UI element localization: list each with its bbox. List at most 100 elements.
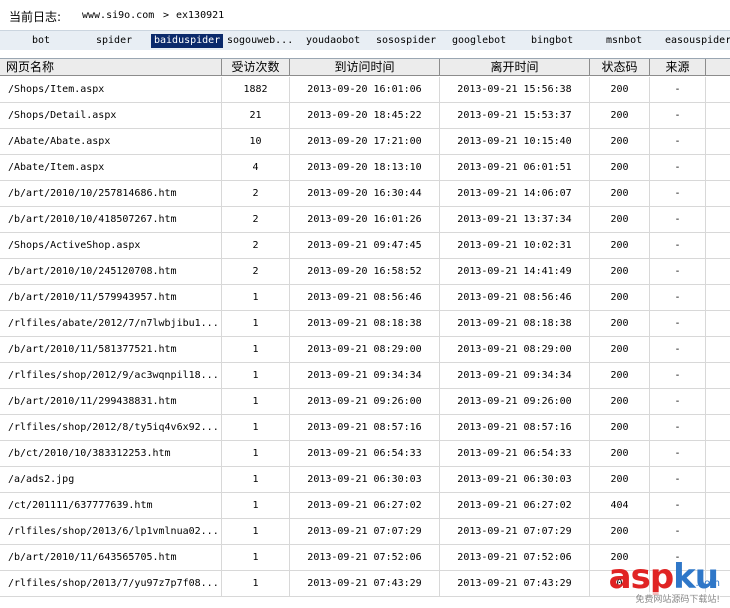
visits-cell: 1: [222, 493, 290, 519]
table-header: 网页名称 受访次数 到访问时间 离开时间 状态码 来源: [0, 59, 730, 76]
column-header-arrive-time[interactable]: 到访问时间: [290, 59, 440, 76]
arrive-time-cell: 2013-09-21 08:18:38: [290, 311, 440, 337]
table-row[interactable]: /Shops/ActiveShop.aspx 2 2013-09-21 09:47:…: [0, 233, 730, 259]
table-row[interactable]: /a/ads2.jpg 1 2013-09-21 06:30:03 2013-09-2…: [0, 467, 730, 493]
visits-cell: 1: [222, 441, 290, 467]
leave-time-cell: 2013-09-21 14:41:49: [440, 259, 590, 285]
breadcrumb-site[interactable]: www.si9o.com: [82, 10, 154, 21]
arrive-time-cell: 2013-09-21 07:07:29: [290, 519, 440, 545]
table-row[interactable]: /rlfiles/abate/2012/7/n7lwbjibu1... 1 2013…: [0, 311, 730, 337]
status-code-cell: 200: [590, 103, 650, 129]
arrive-time-cell: 2013-09-20 16:58:52: [290, 259, 440, 285]
page-name-cell: /b/art/2010/11/643565705.htm: [0, 545, 222, 571]
arrive-time-cell: 2013-09-21 08:29:00: [290, 337, 440, 363]
leave-time-cell: 2013-09-21 07:07:29: [440, 519, 590, 545]
bot-tab-googlebot[interactable]: googlebot: [449, 34, 509, 48]
watermark-logo-part2: ku: [673, 557, 719, 597]
table-row[interactable]: /b/art/2010/10/257814686.htm 2 2013-09-20 …: [0, 181, 730, 207]
arrive-time-cell: 2013-09-21 08:56:46: [290, 285, 440, 311]
visits-cell: 4: [222, 155, 290, 181]
leave-time-cell: 2013-09-21 06:54:33: [440, 441, 590, 467]
row-filler-cell: [706, 233, 730, 259]
source-cell: -: [650, 129, 706, 155]
bot-tab-youdaobot[interactable]: youdaobot: [303, 34, 363, 48]
table-row[interactable]: /rlfiles/shop/2012/8/ty5iq4v6x92... 1 2013…: [0, 415, 730, 441]
visits-cell: 1: [222, 545, 290, 571]
leave-time-cell: 2013-09-21 15:56:38: [440, 77, 590, 103]
leave-time-cell: 2013-09-21 06:01:51: [440, 155, 590, 181]
column-header-source[interactable]: 来源: [650, 59, 706, 76]
table-row[interactable]: /Abate/Item.aspx 4 2013-09-20 18:13:10 2013…: [0, 155, 730, 181]
bot-tab-baiduspider[interactable]: baiduspider: [151, 34, 224, 48]
bot-tab-bot[interactable]: bot: [29, 34, 53, 48]
arrive-time-cell: 2013-09-21 06:30:03: [290, 467, 440, 493]
leave-time-cell: 2013-09-21 06:30:03: [440, 467, 590, 493]
row-filler-cell: [706, 181, 730, 207]
table-row[interactable]: /b/art/2010/10/418507267.htm 2 2013-09-20 …: [0, 207, 730, 233]
source-cell: -: [650, 233, 706, 259]
table-row[interactable]: /b/art/2010/11/299438831.htm 1 2013-09-21 …: [0, 389, 730, 415]
page-name-cell: /ct/201111/637777639.htm: [0, 493, 222, 519]
page-name-cell: /b/art/2010/10/418507267.htm: [0, 207, 222, 233]
source-cell: -: [650, 415, 706, 441]
bot-tab-bingbot[interactable]: bingbot: [528, 34, 576, 48]
page-name-cell: /b/art/2010/11/581377521.htm: [0, 337, 222, 363]
status-code-cell: 200: [590, 233, 650, 259]
page-name-cell: /Abate/Item.aspx: [0, 155, 222, 181]
status-code-cell: 200: [590, 415, 650, 441]
status-code-cell: 200: [590, 519, 650, 545]
visits-cell: 1: [222, 363, 290, 389]
bot-tab-spider[interactable]: spider: [93, 34, 135, 48]
column-header-status-code[interactable]: 状态码: [590, 59, 650, 76]
leave-time-cell: 2013-09-21 14:06:07: [440, 181, 590, 207]
table-row[interactable]: /rlfiles/shop/2012/9/ac3wqnpil18... 1 2013…: [0, 363, 730, 389]
arrive-time-cell: 2013-09-20 18:13:10: [290, 155, 440, 181]
row-filler-cell: [706, 519, 730, 545]
leave-time-cell: 2013-09-21 10:15:40: [440, 129, 590, 155]
visits-cell: 1: [222, 389, 290, 415]
table-row[interactable]: /b/art/2010/11/579943957.htm 1 2013-09-21 …: [0, 285, 730, 311]
row-filler-cell: [706, 285, 730, 311]
column-header-visits[interactable]: 受访次数: [222, 59, 290, 76]
table-row[interactable]: /rlfiles/shop/2013/6/lp1vmlnua02... 1 2013…: [0, 519, 730, 545]
visits-cell: 1: [222, 571, 290, 597]
arrive-time-cell: 2013-09-21 09:34:34: [290, 363, 440, 389]
table-row[interactable]: /b/art/2010/10/245120708.htm 2 2013-09-20 …: [0, 259, 730, 285]
status-code-cell: 200: [590, 441, 650, 467]
visits-cell: 2: [222, 207, 290, 233]
row-filler-cell: [706, 467, 730, 493]
table-row[interactable]: /ct/201111/637777639.htm 1 2013-09-21 06:2…: [0, 493, 730, 519]
log-header: 当前日志: www.si9o.com > ex130921: [0, 0, 730, 30]
table-row[interactable]: /b/art/2010/11/581377521.htm 1 2013-09-21 …: [0, 337, 730, 363]
row-filler-cell: [706, 493, 730, 519]
table-row[interactable]: /Shops/Item.aspx 1882 2013-09-20 16:01:06 2…: [0, 77, 730, 103]
bot-tab-sosospider[interactable]: sosospider: [373, 34, 439, 48]
page-name-cell: /rlfiles/shop/2012/9/ac3wqnpil18...: [0, 363, 222, 389]
leave-time-cell: 2013-09-21 08:18:38: [440, 311, 590, 337]
bot-tab-msnbot[interactable]: msnbot: [603, 34, 645, 48]
status-code-cell: 200: [590, 129, 650, 155]
source-cell: -: [650, 155, 706, 181]
table-row[interactable]: /b/ct/2010/10/383312253.htm 1 2013-09-21 0…: [0, 441, 730, 467]
table-row[interactable]: /Abate/Abate.aspx 10 2013-09-20 17:21:00 20…: [0, 129, 730, 155]
source-cell: -: [650, 311, 706, 337]
status-code-cell: 200: [590, 311, 650, 337]
source-cell: -: [650, 77, 706, 103]
breadcrumb-log-file[interactable]: ex130921: [176, 10, 224, 21]
arrive-time-cell: 2013-09-20 16:01:06: [290, 77, 440, 103]
status-code-cell: 200: [590, 467, 650, 493]
column-header-page-name[interactable]: 网页名称: [0, 59, 222, 76]
bot-tab-easouspider[interactable]: easouspider: [662, 34, 730, 48]
table-row[interactable]: /Shops/Detail.aspx 21 2013-09-20 18:45:22 2…: [0, 103, 730, 129]
page-name-cell: /b/art/2010/11/299438831.htm: [0, 389, 222, 415]
leave-time-cell: 2013-09-21 08:57:16: [440, 415, 590, 441]
row-filler-cell: [706, 441, 730, 467]
arrive-time-cell: 2013-09-21 07:52:06: [290, 545, 440, 571]
status-code-cell: 200: [590, 77, 650, 103]
leave-time-cell: 2013-09-21 09:34:34: [440, 363, 590, 389]
column-header-leave-time[interactable]: 离开时间: [440, 59, 590, 76]
watermark-logo: aspku: [609, 557, 719, 597]
aspku-watermark: aspku .com 免费网站源码下载站!: [556, 558, 726, 606]
source-cell: -: [650, 363, 706, 389]
bot-tab-sogouweb[interactable]: sogouweb...: [224, 34, 296, 48]
